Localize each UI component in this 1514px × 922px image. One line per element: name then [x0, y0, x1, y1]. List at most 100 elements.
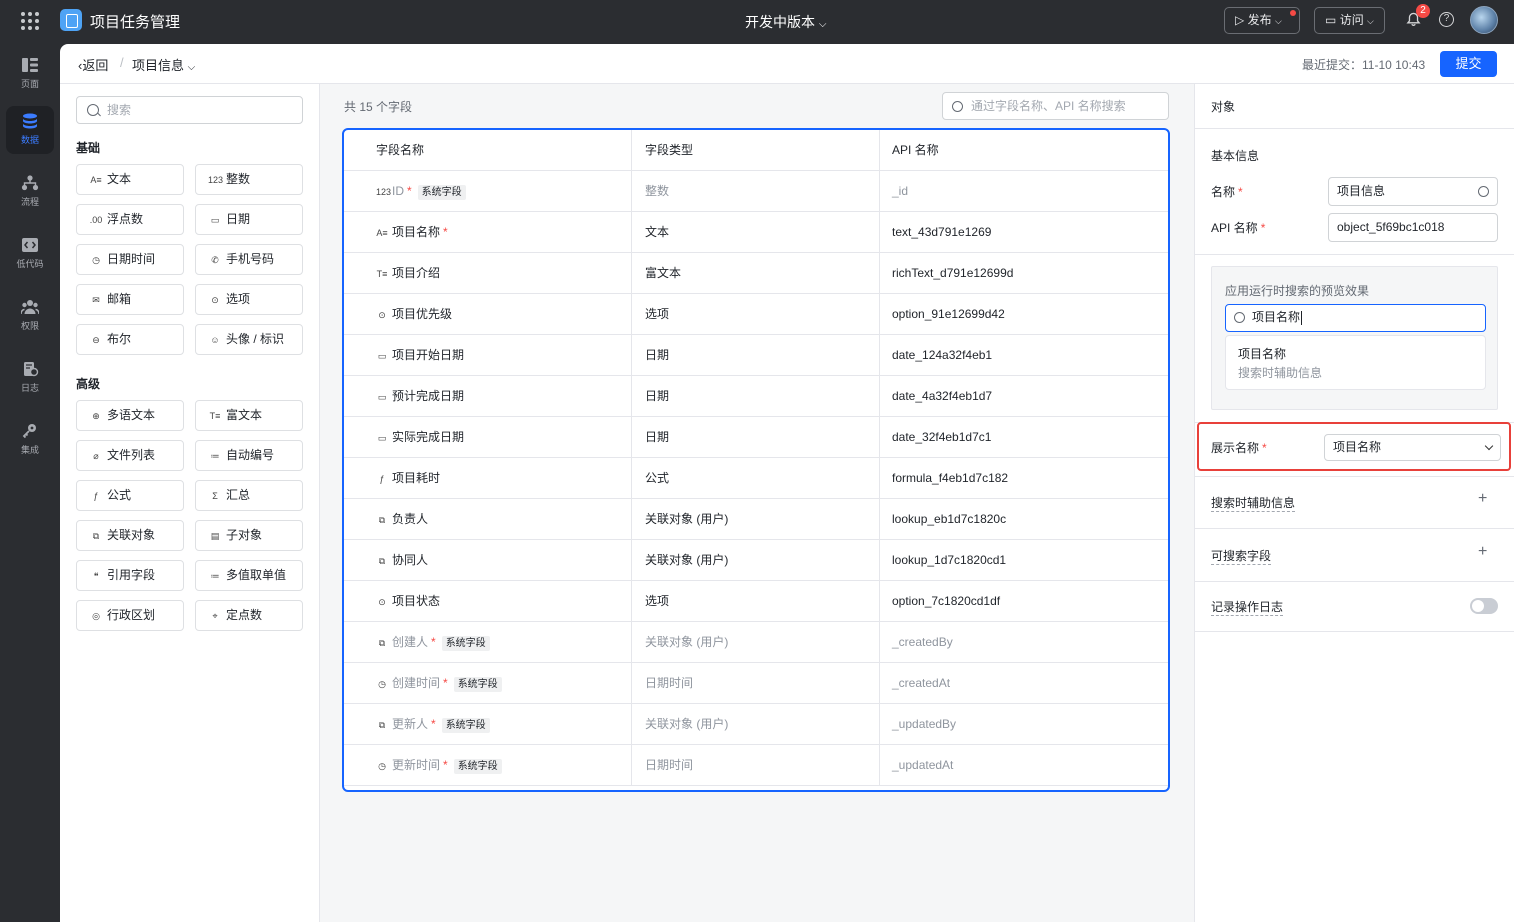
- field-type-chip[interactable]: T≡ 富文本: [195, 400, 303, 431]
- field-name: 项目耗时: [392, 471, 441, 485]
- nav-item-permission[interactable]: 权限: [6, 292, 54, 340]
- api-name-cell: date_124a32f4eb1: [892, 348, 993, 362]
- table-row[interactable]: ◷ 更新时间 * 系统字段 日期时间 _updatedAt: [344, 745, 1168, 786]
- breadcrumb[interactable]: 项目信息 ⌵: [132, 55, 195, 74]
- chevron-down-icon: ⌵: [187, 62, 196, 73]
- field-type-cell: 日期: [632, 335, 880, 375]
- field-type-chip[interactable]: ƒ 公式: [76, 480, 184, 511]
- field-type-chip[interactable]: ✉ 邮箱: [76, 284, 184, 315]
- back-button[interactable]: ‹返回: [78, 55, 108, 74]
- field-type-chip[interactable]: ≔ 自动编号: [195, 440, 303, 471]
- nav-label: 权限: [20, 321, 39, 331]
- table-row[interactable]: 123ID * 系统字段 整数 _id: [344, 171, 1168, 212]
- field-type-chip[interactable]: Σ 汇总: [195, 480, 303, 511]
- table-search-input[interactable]: 通过字段名称、API 名称搜索: [942, 92, 1169, 120]
- left-nav: 页面 数据 流程 低代码 权限 日志 集成: [0, 44, 60, 922]
- field-name: 预计完成日期: [392, 389, 465, 403]
- help-icon[interactable]: ?: [1439, 12, 1454, 27]
- field-type-chip[interactable]: ⊖ 布尔: [76, 324, 184, 355]
- visit-button[interactable]: ▭ 访问 ⌵: [1314, 7, 1385, 34]
- field-name: 项目开始日期: [392, 348, 465, 362]
- field-type-chip[interactable]: ⊙ 选项: [195, 284, 303, 315]
- field-type-icon: ⌀: [93, 451, 99, 461]
- table-row[interactable]: ⧉ 负责人 关联对象 (用户) lookup_eb1d7c1820c: [344, 499, 1168, 540]
- table-row[interactable]: ▭ 预计完成日期 日期 date_4a32f4eb1d7: [344, 376, 1168, 417]
- notification-badge: 2: [1416, 4, 1430, 18]
- field-name: 项目优先级: [392, 307, 453, 321]
- operation-log-toggle[interactable]: [1470, 598, 1498, 614]
- field-name: 项目名称: [392, 225, 441, 239]
- version-dropdown[interactable]: 开发中版本 ⌵: [745, 12, 826, 32]
- chevron-down-icon: ⌵: [1367, 16, 1374, 26]
- field-type-chip[interactable]: A≡ 文本: [76, 164, 184, 195]
- table-row[interactable]: ⧉ 协同人 关联对象 (用户) lookup_1d7c1820cd1: [344, 540, 1168, 581]
- publish-dot: [1290, 10, 1296, 16]
- back-label: 返回: [82, 58, 109, 73]
- nav-item-integration[interactable]: 集成: [6, 416, 54, 464]
- table-row[interactable]: ƒ 项目耗时 公式 formula_f4eb1d7c182: [344, 458, 1168, 499]
- api-name-cell: _createdBy: [892, 635, 953, 649]
- globe-icon[interactable]: [1478, 186, 1489, 197]
- field-type-chip[interactable]: ◷ 日期时间: [76, 244, 184, 275]
- table-row[interactable]: ⊙ 项目状态 选项 option_7c1820cd1df: [344, 581, 1168, 622]
- table-row[interactable]: ▭ 实际完成日期 日期 date_32f4eb1d7c1: [344, 417, 1168, 458]
- field-type-label: 富文本: [226, 408, 263, 422]
- table-row[interactable]: ⧉ 创建人 * 系统字段 关联对象 (用户) _createdBy: [344, 622, 1168, 663]
- field-type-label: 公式: [107, 488, 132, 502]
- table-row[interactable]: T≡ 项目介绍 富文本 richText_d791e12699d: [344, 253, 1168, 294]
- panel-title: 对象: [1211, 100, 1236, 114]
- nav-item-log[interactable]: 日志: [6, 354, 54, 402]
- field-type-chip[interactable]: ⌖ 定点数: [195, 600, 303, 631]
- field-type-label: 布尔: [107, 332, 132, 346]
- add-searchable-field-icon[interactable]: +: [1478, 543, 1487, 561]
- table-row[interactable]: ⊙ 项目优先级 选项 option_91e12699d42: [344, 294, 1168, 335]
- database-icon: [23, 113, 37, 129]
- preview-search-value: 项目名称: [1252, 310, 1301, 324]
- field-type-chip[interactable]: ✆ 手机号码: [195, 244, 303, 275]
- preview-label: 应用运行时搜索的预览效果: [1225, 284, 1370, 298]
- table-row[interactable]: ▭ 项目开始日期 日期 date_124a32f4eb1: [344, 335, 1168, 376]
- field-type-chip[interactable]: ◎ 行政区划: [76, 600, 184, 631]
- api-name-input[interactable]: object_5f69bc1c018: [1328, 213, 1498, 242]
- field-name: 创建人: [392, 635, 429, 649]
- field-type-icon: ⊙: [378, 597, 386, 607]
- table-row[interactable]: ◷ 创建时间 * 系统字段 日期时间 _createdAt: [344, 663, 1168, 704]
- publish-button[interactable]: ▷ 发布 ⌵: [1224, 7, 1300, 34]
- nav-item-page[interactable]: 页面: [6, 50, 54, 98]
- nav-item-data[interactable]: 数据: [6, 106, 54, 154]
- name-input[interactable]: 项目信息: [1328, 177, 1498, 206]
- field-type-chip[interactable]: ▤ 子对象: [195, 520, 303, 551]
- field-type-label: 浮点数: [107, 212, 144, 226]
- breadcrumb-label: 项目信息: [132, 58, 185, 73]
- field-type-icon: 123: [376, 187, 392, 197]
- preview-search-input[interactable]: 项目名称: [1225, 304, 1486, 332]
- api-name-cell: date_4a32f4eb1d7: [892, 389, 993, 403]
- field-type-icon: A≡: [376, 228, 388, 238]
- key-icon: [22, 424, 36, 439]
- display-name-select[interactable]: 项目名称: [1324, 434, 1501, 461]
- avatar[interactable]: [1470, 6, 1498, 34]
- field-type-chip[interactable]: ⌀ 文件列表: [76, 440, 184, 471]
- table-row[interactable]: A≡ 项目名称 * 文本 text_43d791e1269: [344, 212, 1168, 253]
- field-type-chip[interactable]: 123 整数: [195, 164, 303, 195]
- field-type-cell: 公式: [632, 458, 880, 498]
- add-search-aux-icon[interactable]: +: [1478, 490, 1487, 508]
- nav-item-lowcode[interactable]: 低代码: [6, 230, 54, 278]
- field-search-input[interactable]: 搜索: [76, 96, 303, 124]
- log-icon: [24, 362, 39, 377]
- api-name-cell: text_43d791e1269: [892, 225, 992, 239]
- field-type-label: 日期时间: [107, 252, 156, 266]
- field-type-chip[interactable]: ❝ 引用字段: [76, 560, 184, 591]
- app-grid-icon[interactable]: [21, 12, 39, 30]
- field-type-chip[interactable]: ⧉ 关联对象: [76, 520, 184, 551]
- field-type-chip[interactable]: ☺ 头像 / 标识: [195, 324, 303, 355]
- field-type-chip[interactable]: ⊕ 多语文本: [76, 400, 184, 431]
- submit-button[interactable]: 提交: [1440, 51, 1497, 77]
- table-row[interactable]: ⧉ 更新人 * 系统字段 关联对象 (用户) _updatedBy: [344, 704, 1168, 745]
- field-type-chip[interactable]: ≔ 多值取单值: [195, 560, 303, 591]
- field-type-label: 引用字段: [107, 568, 156, 582]
- flow-icon: [21, 175, 39, 191]
- field-type-chip[interactable]: ▭ 日期: [195, 204, 303, 235]
- nav-item-flow[interactable]: 流程: [6, 168, 54, 216]
- field-type-chip[interactable]: .00 浮点数: [76, 204, 184, 235]
